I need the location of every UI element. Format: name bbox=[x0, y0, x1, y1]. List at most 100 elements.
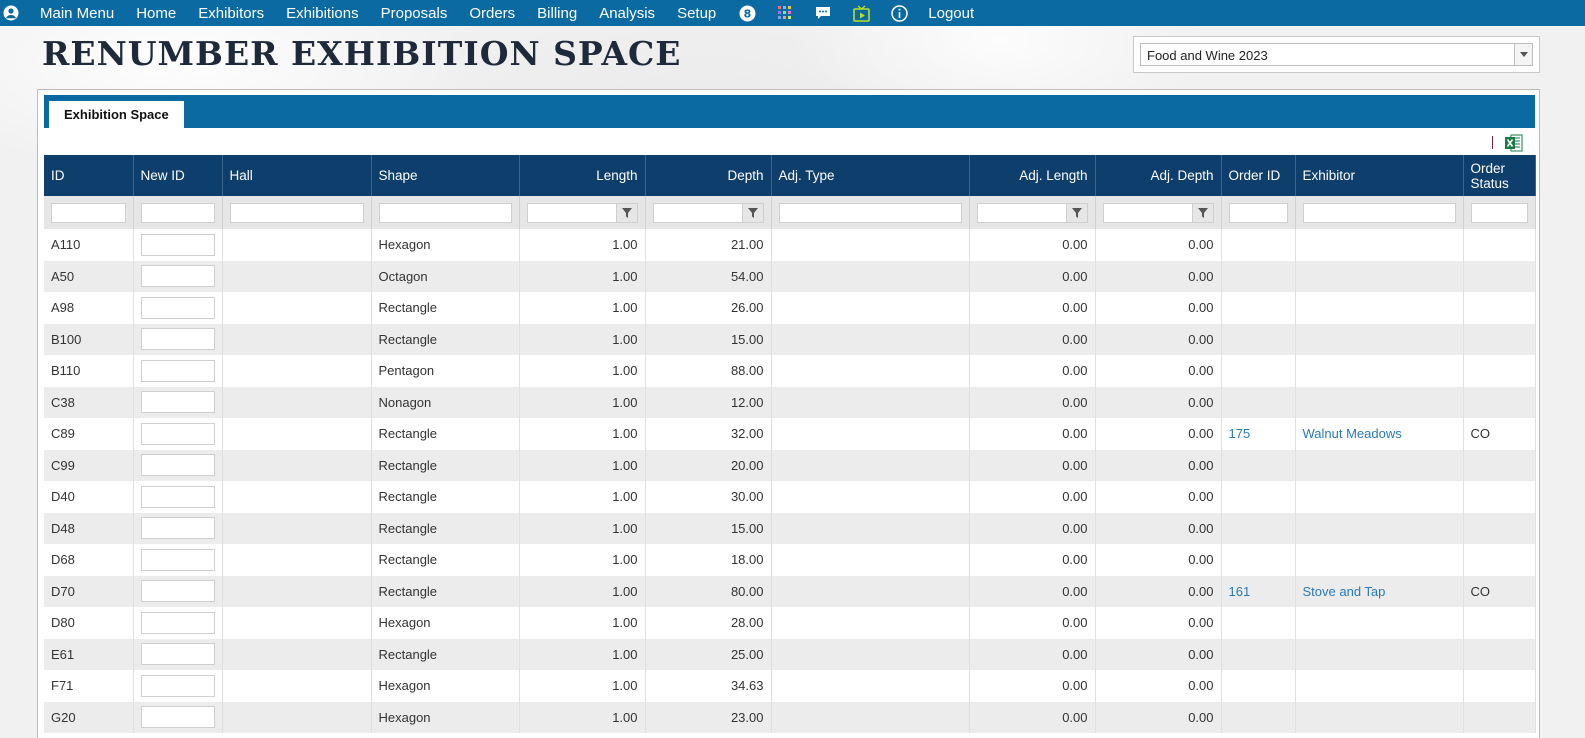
table-row[interactable]: D70 Rectangle 1.00 80.00 0.00 0.00 161 Stove an… bbox=[44, 575, 1536, 607]
nav-setup[interactable]: Setup bbox=[677, 5, 716, 22]
filter-adj-depth-input[interactable] bbox=[1102, 202, 1214, 223]
exhibition-select-value[interactable]: Food and Wine 2023 bbox=[1140, 43, 1533, 66]
new-id-input[interactable] bbox=[140, 391, 215, 414]
filter-adj-length-input[interactable] bbox=[976, 202, 1088, 223]
table-row[interactable]: B100 Rectangle 1.00 15.00 0.00 0.00 bbox=[44, 323, 1536, 355]
new-id-input[interactable] bbox=[140, 485, 215, 508]
excel-export-icon[interactable] bbox=[1505, 134, 1523, 152]
table-row[interactable]: A98 Rectangle 1.00 26.00 0.00 0.00 bbox=[44, 292, 1536, 324]
new-id-input[interactable] bbox=[140, 611, 215, 634]
filter-new-id-input[interactable] bbox=[140, 202, 215, 223]
cell-adj-depth: 0.00 bbox=[1095, 607, 1222, 639]
new-id-input[interactable] bbox=[140, 548, 215, 571]
nav-home[interactable]: Home bbox=[136, 5, 176, 22]
filter-id-input[interactable] bbox=[51, 202, 126, 223]
col-header-hall[interactable]: Hall bbox=[222, 155, 372, 196]
new-id-input[interactable] bbox=[140, 422, 215, 445]
col-header-adj-length[interactable]: Adj. Length bbox=[969, 155, 1096, 196]
new-id-input[interactable] bbox=[140, 643, 215, 666]
cell-order-id-link[interactable]: 175 bbox=[1229, 426, 1251, 441]
col-header-id[interactable]: ID bbox=[44, 155, 134, 196]
table-row[interactable]: E61 Rectangle 1.00 25.00 0.00 0.00 bbox=[44, 638, 1536, 670]
table-row[interactable]: A50 Octagon 1.00 54.00 0.00 0.00 bbox=[44, 260, 1536, 292]
cell-hall bbox=[222, 481, 372, 513]
nav-proposals[interactable]: Proposals bbox=[381, 5, 448, 22]
table-row[interactable]: D68 Rectangle 1.00 18.00 0.00 0.00 bbox=[44, 544, 1536, 576]
filter-length-input[interactable] bbox=[526, 202, 638, 223]
nav-billing[interactable]: Billing bbox=[537, 5, 577, 22]
table-row[interactable]: D80 Hexagon 1.00 28.00 0.00 0.00 bbox=[44, 607, 1536, 639]
badge-icon[interactable]: 8 bbox=[738, 4, 756, 22]
info-icon[interactable] bbox=[890, 4, 908, 22]
filter-icon[interactable] bbox=[1065, 202, 1088, 223]
nav-orders[interactable]: Orders bbox=[469, 5, 515, 22]
col-header-depth[interactable]: Depth bbox=[645, 155, 772, 196]
cell-length: 1.00 bbox=[519, 323, 646, 355]
table-row[interactable]: D48 Rectangle 1.00 15.00 0.00 0.00 bbox=[44, 512, 1536, 544]
col-header-exhibitor[interactable]: Exhibitor bbox=[1295, 155, 1464, 196]
filter-order-id-input[interactable] bbox=[1228, 202, 1288, 223]
cell-adj-depth: 0.00 bbox=[1095, 575, 1222, 607]
cell-exhibitor-link[interactable]: Stove and Tap bbox=[1303, 584, 1386, 599]
table-row[interactable]: G20 Hexagon 1.00 23.00 0.00 0.00 bbox=[44, 701, 1536, 733]
new-id-input[interactable] bbox=[140, 706, 215, 729]
top-nav: Main Menu Home Exhibitors Exhibitions Pr… bbox=[0, 0, 1585, 26]
cell-shape: Rectangle bbox=[371, 449, 520, 481]
col-header-order-status[interactable]: Order Status bbox=[1463, 155, 1536, 196]
col-header-adj-type[interactable]: Adj. Type bbox=[771, 155, 970, 196]
cell-exhibitor-link[interactable]: Walnut Meadows bbox=[1303, 426, 1402, 441]
filter-icon[interactable] bbox=[1191, 202, 1214, 223]
filter-depth-input[interactable] bbox=[652, 202, 764, 223]
filter-shape-input[interactable] bbox=[378, 202, 512, 223]
new-id-input[interactable] bbox=[140, 517, 215, 540]
tab-exhibition-space[interactable]: Exhibition Space bbox=[49, 101, 184, 128]
cell-order-id-link[interactable]: 161 bbox=[1229, 584, 1251, 599]
chevron-down-icon[interactable] bbox=[1514, 44, 1532, 65]
table-row[interactable]: C38 Nonagon 1.00 12.00 0.00 0.00 bbox=[44, 386, 1536, 418]
exhibition-select[interactable]: Food and Wine 2023 bbox=[1133, 36, 1540, 73]
cell-depth: 15.00 bbox=[645, 323, 772, 355]
new-id-input[interactable] bbox=[140, 454, 215, 477]
col-header-new-id[interactable]: New ID bbox=[133, 155, 223, 196]
new-id-input[interactable] bbox=[140, 233, 215, 256]
nav-analysis[interactable]: Analysis bbox=[599, 5, 655, 22]
cell-exhibitor: Walnut Meadows bbox=[1295, 418, 1464, 450]
table-row[interactable]: C99 Rectangle 1.00 20.00 0.00 0.00 bbox=[44, 449, 1536, 481]
new-id-input[interactable] bbox=[140, 359, 215, 382]
filter-exhibitor-input[interactable] bbox=[1302, 202, 1456, 223]
table-row[interactable]: B110 Pentagon 1.00 88.00 0.00 0.00 bbox=[44, 355, 1536, 387]
cell-adj-type bbox=[771, 449, 970, 481]
tv-icon[interactable] bbox=[852, 4, 870, 22]
new-id-input[interactable] bbox=[140, 674, 215, 697]
table-row[interactable]: D40 Rectangle 1.00 30.00 0.00 0.00 bbox=[44, 481, 1536, 513]
new-id-input[interactable] bbox=[140, 328, 215, 351]
col-header-order-id[interactable]: Order ID bbox=[1221, 155, 1296, 196]
nav-exhibitors[interactable]: Exhibitors bbox=[198, 5, 264, 22]
user-circle-icon[interactable] bbox=[2, 4, 20, 22]
filter-order-status-input[interactable] bbox=[1470, 202, 1528, 223]
nav-main-menu[interactable]: Main Menu bbox=[40, 5, 114, 22]
exhibition-select-label: Food and Wine 2023 bbox=[1147, 48, 1268, 63]
col-header-length[interactable]: Length bbox=[519, 155, 646, 196]
apps-grid-icon[interactable] bbox=[776, 4, 794, 22]
filter-icon[interactable] bbox=[741, 202, 764, 223]
nav-exhibitions[interactable]: Exhibitions bbox=[286, 5, 359, 22]
cell-new-id bbox=[133, 292, 223, 324]
filter-icon[interactable] bbox=[615, 202, 638, 223]
cell-exhibitor bbox=[1295, 229, 1464, 261]
col-header-shape[interactable]: Shape bbox=[371, 155, 520, 196]
cell-adj-depth: 0.00 bbox=[1095, 544, 1222, 576]
new-id-input[interactable] bbox=[140, 265, 215, 288]
chat-icon[interactable] bbox=[814, 4, 832, 22]
new-id-input[interactable] bbox=[140, 296, 215, 319]
col-header-adj-depth[interactable]: Adj. Depth bbox=[1095, 155, 1222, 196]
filter-hall-input[interactable] bbox=[229, 202, 364, 223]
table-row[interactable]: F71 Hexagon 1.00 34.63 0.00 0.00 bbox=[44, 670, 1536, 702]
cell-id: G20 bbox=[44, 701, 134, 733]
cell-exhibitor bbox=[1295, 449, 1464, 481]
table-row[interactable]: A110 Hexagon 1.00 21.00 0.00 0.00 bbox=[44, 229, 1536, 261]
table-row[interactable]: C89 Rectangle 1.00 32.00 0.00 0.00 175 Walnut M… bbox=[44, 418, 1536, 450]
nav-logout[interactable]: Logout bbox=[928, 5, 974, 22]
filter-adj-type-input[interactable] bbox=[778, 202, 962, 223]
new-id-input[interactable] bbox=[140, 580, 215, 603]
